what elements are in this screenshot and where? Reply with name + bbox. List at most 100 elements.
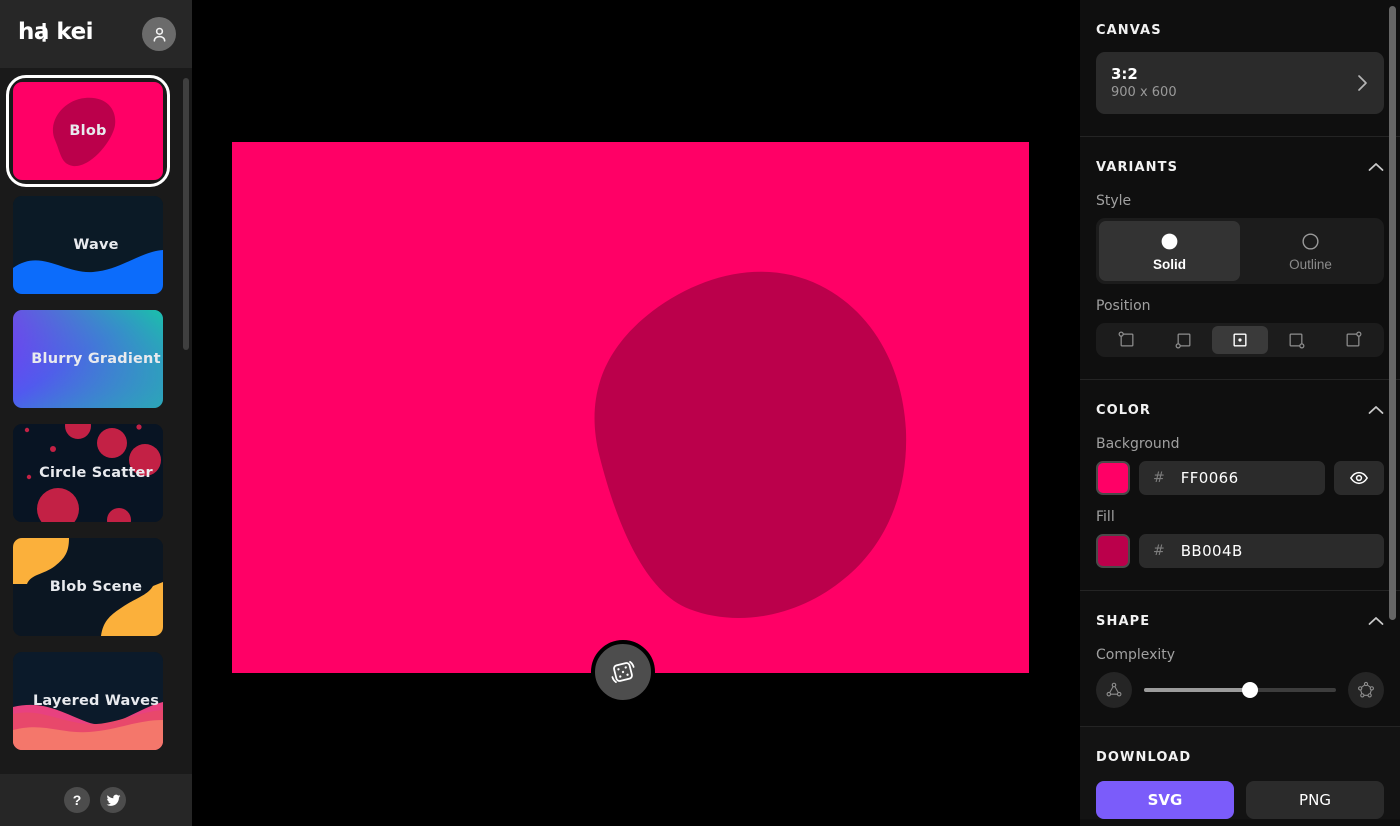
square-dot-bottom-right-icon — [1289, 333, 1305, 349]
color-collapse-toggle[interactable] — [1368, 405, 1384, 415]
sidebar-item-circle-scatter[interactable]: Circle Scatter — [13, 424, 179, 522]
download-section-header: DOWNLOAD — [1096, 727, 1384, 769]
svg-text:ha kei: ha kei — [18, 19, 93, 45]
outline-circle-icon — [1302, 232, 1319, 250]
chevron-up-icon — [1368, 617, 1384, 625]
dice-randomize-icon — [611, 660, 635, 684]
sidebar-footer: ? — [0, 774, 192, 826]
style-option-solid[interactable]: Solid — [1099, 221, 1240, 281]
preview-canvas[interactable] — [232, 142, 1029, 673]
shape-collapse-toggle[interactable] — [1368, 616, 1384, 626]
sidebar-scrollbar[interactable] — [183, 78, 189, 774]
background-hex-input[interactable]: # FF0066 — [1139, 461, 1325, 495]
sidebar-item-layered-waves[interactable]: Layered Waves — [13, 652, 179, 750]
canvas-stage — [192, 0, 1080, 826]
fill-color-swatch[interactable] — [1096, 534, 1130, 568]
fill-hex-input[interactable]: # BB004B — [1139, 534, 1384, 568]
slider-knob[interactable] — [1241, 682, 1258, 698]
sidebar-item-label: Wave — [73, 237, 119, 253]
download-svg-button[interactable]: SVG — [1096, 781, 1234, 819]
complexity-slider[interactable] — [1144, 680, 1336, 700]
color-section-header[interactable]: COLOR — [1096, 380, 1384, 422]
question-mark-icon: ? — [72, 792, 82, 808]
background-color-label: Background — [1096, 436, 1180, 452]
sidebar-item-blob[interactable]: Blob — [6, 75, 170, 187]
style-segmented-control: Solid Outline — [1096, 218, 1384, 284]
background-hex-value: FF0066 — [1180, 469, 1239, 487]
sidebar-item-blob-scene[interactable]: Blob Scene — [13, 538, 179, 636]
chevron-up-icon — [1368, 406, 1384, 414]
canvas-section: CANVAS 3:2 900 x 600 — [1080, 0, 1400, 114]
variants-collapse-toggle[interactable] — [1368, 162, 1384, 172]
chevron-right-icon — [1358, 75, 1367, 91]
style-option-outline-label: Outline — [1289, 256, 1332, 272]
canvas-size-selector[interactable]: 3:2 900 x 600 — [1096, 52, 1384, 114]
canvas-ratio-value: 3:2 — [1111, 64, 1138, 83]
pentagon-nodes-icon — [1358, 681, 1374, 698]
fill-hex-value: BB004B — [1180, 542, 1243, 560]
variants-section: VARIANTS Style Solid Outline Position — [1080, 136, 1400, 357]
shape-section-title: SHAPE — [1096, 613, 1151, 629]
left-sidebar: ha kei Blob Wave Blurry Gradient Circle … — [0, 0, 192, 826]
fill-color-row: # BB004B — [1096, 534, 1384, 568]
square-dot-top-left-icon — [1118, 331, 1134, 347]
panel-scrollbar[interactable] — [1389, 6, 1396, 820]
avatar[interactable] — [142, 17, 176, 51]
position-top-left[interactable] — [1099, 326, 1155, 354]
eye-visibility-icon — [1349, 471, 1369, 485]
complexity-slider-row — [1096, 672, 1384, 708]
haikei-logotype-icon: ha kei — [18, 19, 94, 45]
color-section-title: COLOR — [1096, 402, 1151, 418]
chevron-up-icon — [1368, 163, 1384, 171]
sidebar-scrollbar-thumb[interactable] — [183, 78, 189, 350]
generator-list: Blob Wave Blurry Gradient Circle Scatter… — [0, 75, 192, 750]
sidebar-header: ha kei — [0, 0, 192, 68]
shape-section-header[interactable]: SHAPE — [1096, 591, 1384, 633]
sidebar-item-label: Blob — [69, 123, 107, 139]
sidebar-item-label: Layered Waves — [32, 693, 160, 709]
background-color-swatch[interactable] — [1096, 461, 1130, 495]
shape-section: SHAPE Complexity — [1080, 590, 1400, 708]
color-section: COLOR Background # FF0066 Fill # BB004B — [1080, 379, 1400, 568]
app-logo[interactable]: ha kei — [18, 19, 96, 50]
position-selector — [1096, 323, 1384, 357]
sidebar-item-wave[interactable]: Wave — [13, 196, 179, 294]
position-center[interactable] — [1211, 326, 1269, 354]
download-section: DOWNLOAD SVG PNG — [1080, 726, 1400, 819]
canvas-section-title: CANVAS — [1096, 22, 1162, 38]
sidebar-item-label: Circle Scatter — [39, 465, 153, 481]
square-dot-center-icon — [1233, 333, 1247, 347]
blob-artwork — [232, 142, 1029, 673]
twitter-button[interactable] — [100, 787, 126, 813]
variants-section-header[interactable]: VARIANTS — [1096, 137, 1384, 179]
style-option-solid-label: Solid — [1153, 256, 1186, 272]
right-properties-panel: CANVAS 3:2 900 x 600 VARIANTS Style Soli… — [1080, 0, 1400, 826]
filled-circle-icon — [1161, 233, 1178, 249]
position-top-right[interactable] — [1325, 326, 1381, 354]
background-visibility-toggle[interactable] — [1334, 461, 1384, 495]
fill-color-label: Fill — [1096, 509, 1115, 525]
sidebar-scroll-area[interactable]: Blob Wave Blurry Gradient Circle Scatter… — [0, 68, 192, 774]
complexity-decrease-button[interactable] — [1096, 672, 1132, 708]
haikei-app: ha kei Blob Wave Blurry Gradient Circle … — [0, 0, 1400, 826]
hash-prefix: # — [1153, 470, 1165, 486]
style-label: Style — [1096, 193, 1132, 209]
help-button[interactable]: ? — [64, 787, 90, 813]
download-section-title: DOWNLOAD — [1096, 749, 1192, 765]
square-dot-bottom-left-icon — [1175, 333, 1191, 349]
panel-scrollbar-thumb[interactable] — [1389, 6, 1396, 620]
hash-prefix: # — [1153, 543, 1165, 559]
position-bottom-right[interactable] — [1268, 326, 1324, 354]
position-bottom-left[interactable] — [1155, 326, 1211, 354]
complexity-increase-button[interactable] — [1348, 672, 1384, 708]
user-avatar-icon — [153, 27, 165, 42]
sidebar-item-label: Blurry Gradient — [31, 351, 161, 367]
download-png-button[interactable]: PNG — [1246, 781, 1384, 819]
randomize-button[interactable] — [591, 640, 655, 704]
sidebar-item-blurry-gradient[interactable]: Blurry Gradient — [13, 310, 179, 408]
canvas-section-header: CANVAS — [1096, 0, 1384, 42]
style-option-outline[interactable]: Outline — [1240, 221, 1381, 281]
square-dot-top-right-icon — [1346, 331, 1362, 347]
download-buttons: SVG PNG — [1096, 781, 1384, 819]
sidebar-item-label: Blob Scene — [49, 579, 143, 595]
